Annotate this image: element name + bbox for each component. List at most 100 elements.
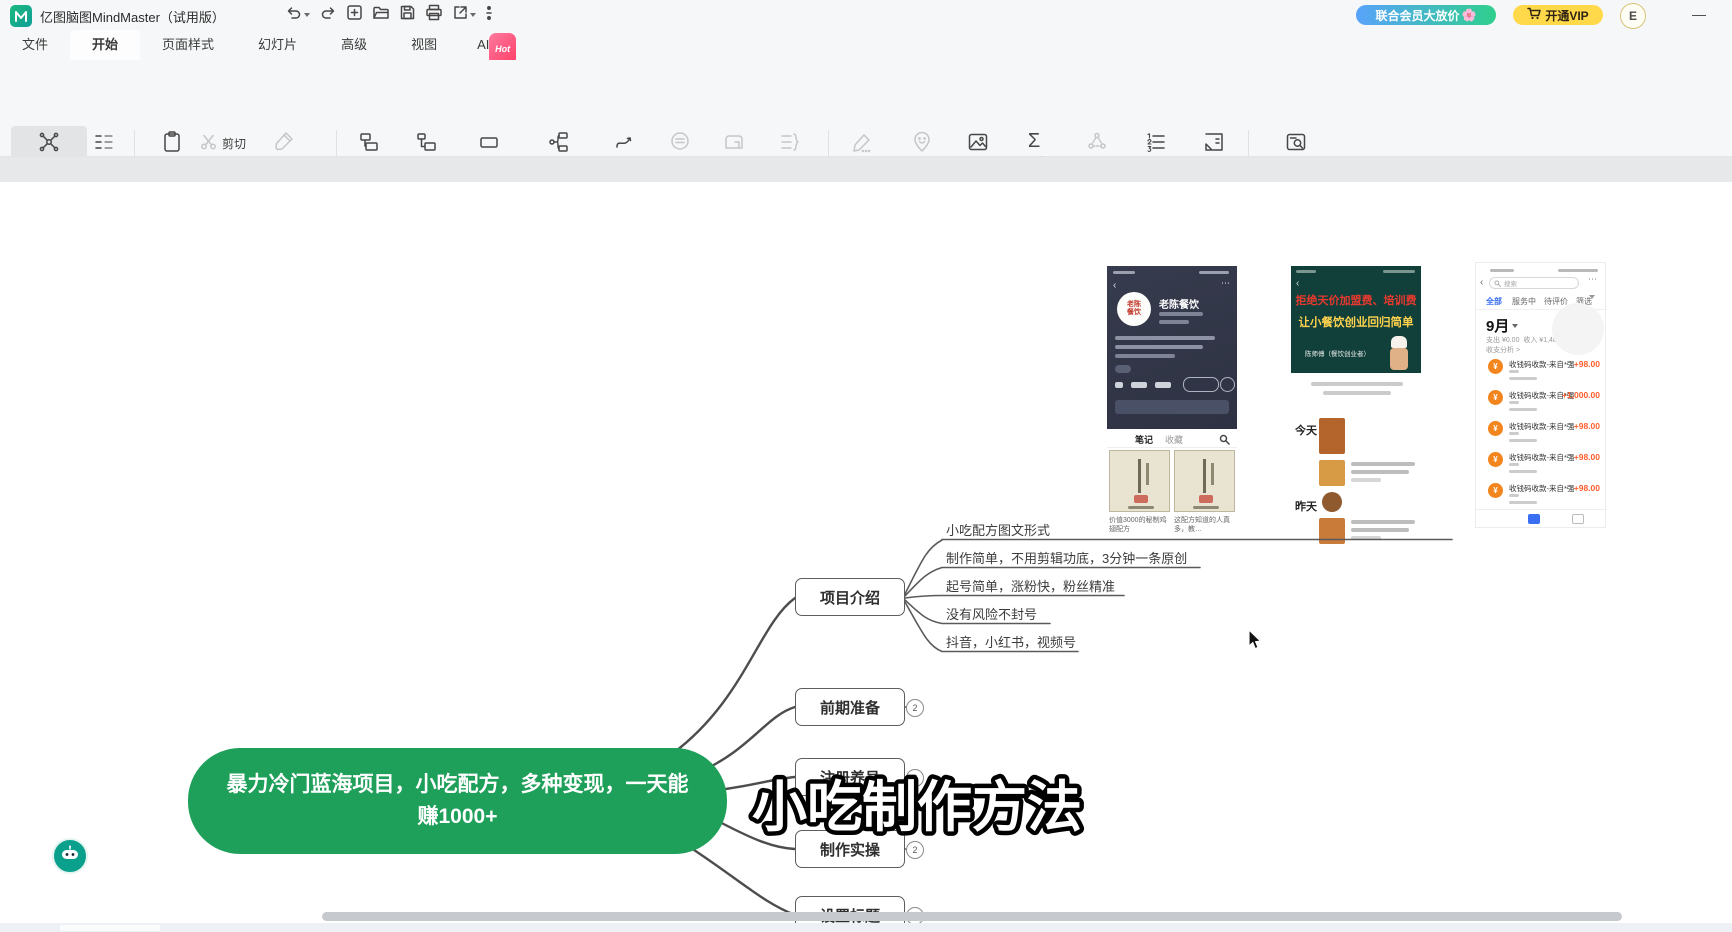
menu-advanced[interactable]: 高级 <box>319 30 389 60</box>
chef-photo <box>1387 336 1411 370</box>
menu-slides[interactable]: 幻灯片 <box>236 30 319 60</box>
scissors-icon <box>200 133 218 154</box>
paste-icon <box>160 130 184 157</box>
menu-file[interactable]: 文件 <box>0 30 70 60</box>
picture-icon <box>966 130 990 157</box>
payment-icon: ¥ <box>1488 390 1503 405</box>
link-nodes-icon <box>1085 130 1109 157</box>
menu-view[interactable]: 视图 <box>389 30 459 60</box>
cut-label: 剪切 <box>222 135 246 152</box>
search-icon <box>1219 432 1230 450</box>
print-icon <box>425 4 443 26</box>
more-doc-icon <box>1202 130 1226 157</box>
subtopic-icon <box>414 130 438 157</box>
branch-node[interactable]: 前期准备 <box>795 688 905 726</box>
summary-icon <box>778 130 802 157</box>
find-replace-icon <box>1284 130 1308 157</box>
note-caption: 价值3000的秘制鸡翅配方 <box>1109 516 1170 534</box>
new-file-button[interactable] <box>346 4 363 26</box>
numbering-icon <box>1144 130 1168 157</box>
central-topic[interactable]: 暴力冷门蓝海项目，小吃配方，多种变现，一天能赚1000+ <box>188 748 727 854</box>
multiple-topics-icon <box>547 130 571 157</box>
save-icon <box>399 4 416 26</box>
back-icon: ‹ <box>1296 278 1299 289</box>
attached-image-payments-screenshot[interactable]: ‹ 搜索 ⋯ 全部 服务中 待评价 筛选 9月 支出 ¥0.00 收入 ¥1,4… <box>1475 262 1606 528</box>
open-file-button[interactable] <box>372 5 390 26</box>
customize-toolbar-button[interactable] <box>485 5 493 26</box>
filter-tab-all: 全部 <box>1486 296 1502 307</box>
redo-button[interactable] <box>319 5 337 26</box>
open-vip-label: 开通VIP <box>1545 7 1588 24</box>
menu-page-style[interactable]: 页面样式 <box>140 30 236 60</box>
undo-button[interactable] <box>285 5 310 26</box>
recipe-certificate-image <box>1109 450 1170 512</box>
minimize-button[interactable]: — <box>1692 6 1706 22</box>
profile-tabs-strip: 笔记 收藏 <box>1107 429 1237 448</box>
payment-icon: ¥ <box>1488 452 1503 467</box>
attached-image-course-screenshot[interactable]: ‹ 拒绝天价加盟费、培训费 让小餐饮创业回归简单 陈师傅（餐饮创业者） 今天 昨… <box>1291 266 1421 528</box>
attached-image-profile-screenshot[interactable]: ‹ ⋯ 老陈餐饮 老陈餐饮 笔记 收藏 <box>1107 266 1237 537</box>
undo-caret-icon <box>304 13 310 17</box>
mindmaster-window: 亿图脑图MindMaster（试用版） <box>0 0 1732 932</box>
profile-avatar-seal: 老陈餐饮 <box>1117 292 1151 326</box>
export-icon <box>452 4 469 26</box>
horizontal-scrollbar[interactable] <box>322 912 1622 921</box>
payment-icon: ¥ <box>1488 359 1503 374</box>
cart-icon <box>1527 7 1541 23</box>
subtopic[interactable]: 制作简单，不用剪辑功底，3分钟一条原创 <box>946 548 1187 566</box>
bottom-nav-icon <box>1572 514 1584 524</box>
callout-icon <box>668 130 692 157</box>
robot-icon <box>59 845 81 868</box>
banner-author: 陈师傅（餐饮创业者） <box>1305 348 1370 358</box>
pencil-icon <box>850 130 874 157</box>
menu-ai[interactable]: AI Hot <box>459 30 499 60</box>
svg-text:小吃制作方法: 小吃制作方法 <box>752 776 1082 838</box>
window-bottom-strip <box>0 923 1732 932</box>
menu-home[interactable]: 开始 <box>70 30 140 60</box>
filter-tab: 服务中 <box>1512 296 1536 307</box>
yesterday-label: 昨天 <box>1295 498 1317 514</box>
collapse-badge[interactable]: 2 <box>906 699 924 717</box>
bottom-nav-icon <box>1528 514 1540 524</box>
redo-icon <box>319 5 337 26</box>
course-banner: ‹ 拒绝天价加盟费、培训费 让小餐饮创业回归简单 陈师傅（餐饮创业者） <box>1291 266 1421 373</box>
more-dots-icon: ⋯ <box>1221 278 1230 289</box>
export-button[interactable] <box>452 4 476 26</box>
user-avatar[interactable]: E <box>1620 3 1646 29</box>
export-caret-icon <box>470 13 476 17</box>
profile-dark-section: ‹ ⋯ 老陈餐饮 老陈餐饮 <box>1107 266 1237 429</box>
subtopic[interactable]: 没有风险不封号 <box>946 604 1037 622</box>
analysis-link: 收支分析 > <box>1486 345 1520 355</box>
app-logo-icon <box>10 5 32 27</box>
undo-icon <box>285 5 303 26</box>
branch-node[interactable]: 项目介绍 <box>795 578 905 616</box>
search-box: 搜索 <box>1489 277 1579 289</box>
ai-assistant-button[interactable] <box>52 838 88 874</box>
overlay-title-text[interactable]: 小吃制作方法 <box>712 762 1132 854</box>
subtopic[interactable]: 起号简单，涨粉快，粉丝精准 <box>946 576 1115 594</box>
format-painter-icon <box>272 130 296 157</box>
formula-sigma-icon: Σ <box>1028 130 1040 152</box>
subtopic[interactable]: 抖音，小红书，视频号 <box>946 632 1076 650</box>
open-folder-icon <box>372 5 390 26</box>
outline-icon <box>92 130 116 157</box>
cut-button: 剪切 <box>200 133 246 154</box>
document-tab-bar: 小和尚 小吃配方 + <box>0 157 1732 182</box>
member-promo-pill[interactable]: 联合会员大放价 🌸 <box>1356 5 1496 25</box>
boundary-icon <box>722 130 746 157</box>
print-button[interactable] <box>425 4 443 26</box>
profile-name: 老陈餐饮 <box>1159 296 1199 311</box>
payment-icon: ¥ <box>1488 483 1503 498</box>
save-button[interactable] <box>399 4 416 26</box>
smiley-pin-icon <box>910 130 934 157</box>
flower-emoji-icon: 🌸 <box>1462 8 1477 22</box>
ai-label: AI <box>477 30 489 60</box>
banner-line2: 让小餐饮创业回归简单 <box>1291 314 1421 330</box>
mindmap-icon <box>37 130 61 157</box>
more-dots-icon: ⋯ <box>1588 274 1597 285</box>
open-vip-button[interactable]: 开通VIP <box>1513 5 1603 25</box>
avatar-letter: E <box>1629 9 1637 23</box>
search-icon <box>1494 274 1501 292</box>
month-selector: 9月 <box>1486 315 1518 336</box>
subtopic[interactable]: 小吃配方图文形式 <box>946 520 1050 538</box>
